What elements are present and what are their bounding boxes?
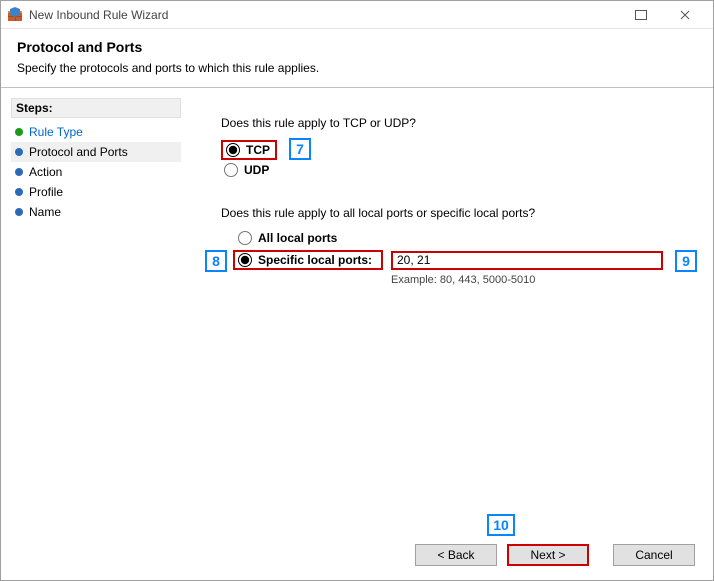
- step-label: Protocol and Ports: [29, 145, 128, 159]
- bullet-icon: [15, 148, 23, 156]
- step-label: Name: [29, 205, 61, 219]
- bullet-icon: [15, 188, 23, 196]
- ports-all-radio[interactable]: [238, 231, 252, 245]
- ports-radio-group: All local ports Specific local ports: Ex…: [221, 230, 689, 286]
- wizard-window: New Inbound Rule Wizard Protocol and Por…: [0, 0, 714, 581]
- ports-specific-row: Specific local ports:: [221, 248, 689, 272]
- step-label: Profile: [29, 185, 63, 199]
- page-title: Protocol and Ports: [17, 39, 697, 55]
- back-button[interactable]: < Back: [415, 544, 497, 566]
- protocol-tcp-row[interactable]: TCP: [221, 140, 277, 160]
- protocol-radio-group: TCP UDP 7: [221, 140, 689, 178]
- step-label[interactable]: Rule Type: [29, 125, 83, 139]
- steps-sidebar: Steps: Rule Type Protocol and Ports Acti…: [1, 88, 191, 528]
- titlebar: New Inbound Rule Wizard: [1, 1, 713, 29]
- bullet-icon: [15, 208, 23, 216]
- protocol-question: Does this rule apply to TCP or UDP?: [221, 116, 689, 130]
- protocol-tcp-radio[interactable]: [226, 143, 240, 157]
- ports-all-label: All local ports: [258, 231, 337, 245]
- protocol-udp-label: UDP: [244, 163, 269, 177]
- ports-specific-radio[interactable]: [238, 253, 252, 267]
- protocol-tcp-label: TCP: [246, 143, 270, 157]
- cancel-button[interactable]: Cancel: [613, 544, 695, 566]
- sidebar-item-name: Name: [11, 202, 181, 222]
- page-subtitle: Specify the protocols and ports to which…: [17, 61, 697, 75]
- protocol-udp-radio[interactable]: [224, 163, 238, 177]
- sidebar-item-profile: Profile: [11, 182, 181, 202]
- ports-specific-label: Specific local ports:: [258, 253, 372, 267]
- ports-input[interactable]: [391, 251, 663, 270]
- wizard-body: Steps: Rule Type Protocol and Ports Acti…: [1, 88, 713, 528]
- ports-example: Example: 80, 443, 5000-5010: [391, 274, 689, 286]
- step-label: Action: [29, 165, 62, 179]
- wizard-content: Does this rule apply to TCP or UDP? TCP …: [191, 88, 713, 528]
- bullet-icon: [15, 168, 23, 176]
- ports-question: Does this rule apply to all local ports …: [221, 206, 689, 220]
- maximize-icon[interactable]: [619, 1, 663, 29]
- ports-specific-option[interactable]: Specific local ports:: [233, 250, 383, 270]
- sidebar-item-protocol-ports: Protocol and Ports: [11, 142, 181, 162]
- annotation-7: 7: [289, 138, 311, 160]
- sidebar-item-rule-type[interactable]: Rule Type: [11, 122, 181, 142]
- steps-heading: Steps:: [11, 98, 181, 118]
- firewall-app-icon: [7, 7, 23, 23]
- bullet-icon: [15, 128, 23, 136]
- window-title: New Inbound Rule Wizard: [29, 8, 168, 22]
- sidebar-item-action: Action: [11, 162, 181, 182]
- close-icon[interactable]: [663, 1, 707, 29]
- next-button[interactable]: Next >: [507, 544, 589, 566]
- page-header: Protocol and Ports Specify the protocols…: [1, 29, 713, 88]
- wizard-footer: 10 < Back Next > Cancel: [1, 534, 713, 580]
- protocol-udp-row[interactable]: UDP: [221, 162, 689, 178]
- ports-all-row[interactable]: All local ports: [235, 230, 689, 246]
